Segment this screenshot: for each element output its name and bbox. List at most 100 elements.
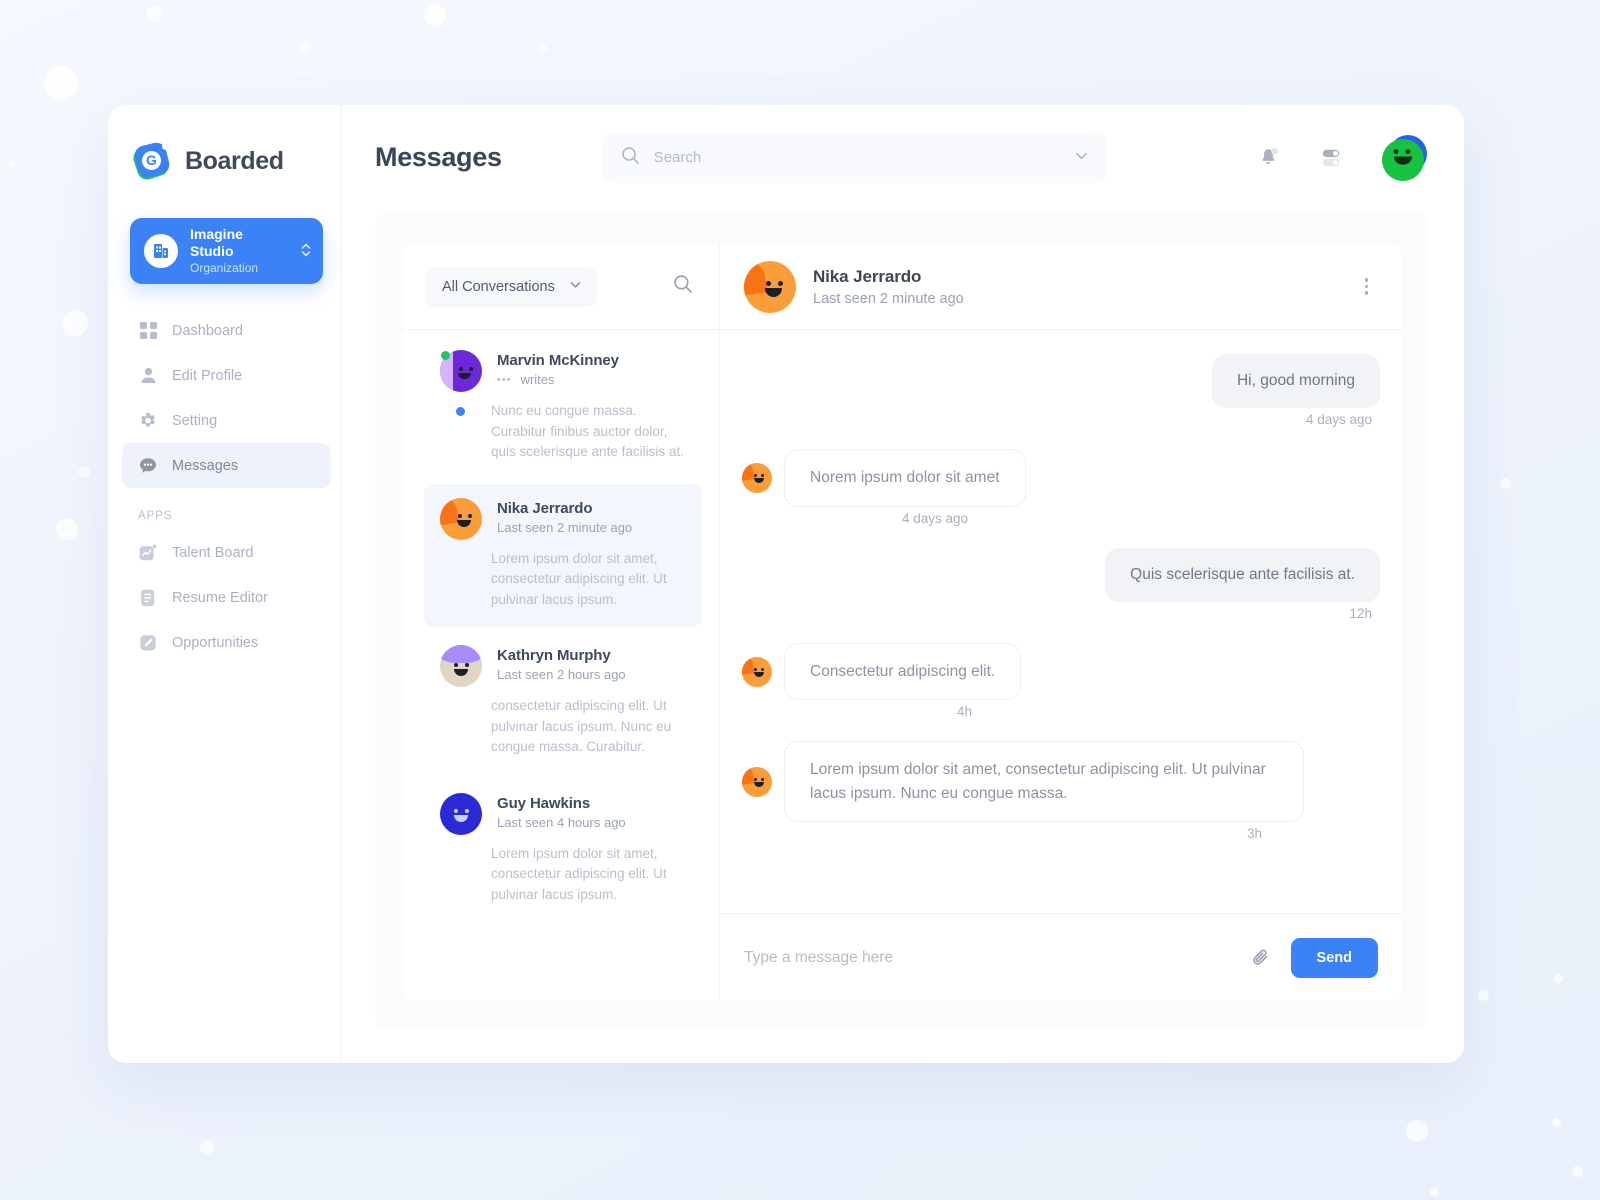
- conversation-filter-dropdown[interactable]: All Conversations: [425, 266, 597, 307]
- conversation-snippet: Nunc eu congue massa. Curabitur finibus …: [491, 403, 684, 460]
- org-title: Imagine Studio: [190, 225, 243, 260]
- conversation-status: Last seen 2 minute ago: [497, 519, 633, 535]
- avatar-orange: [440, 497, 482, 540]
- conversation-list-header: All Conversations: [403, 244, 719, 330]
- conversation-name: Nika Jerrardo: [497, 499, 593, 517]
- org-switcher[interactable]: Imagine Studio Organization: [130, 218, 323, 284]
- chevron-updown-icon[interactable]: [301, 241, 311, 261]
- message-bubble: Consectetur adipiscing elit.: [784, 643, 1022, 701]
- top-actions: [1257, 134, 1428, 181]
- typing-dots-icon: •••: [497, 373, 512, 386]
- chevron-down-icon[interactable]: [1074, 148, 1089, 168]
- conversation-name: Guy Hawkins: [497, 794, 591, 812]
- send-button[interactable]: Send: [1290, 937, 1378, 978]
- message-row-incoming: Consectetur adipiscing elit.: [742, 643, 1380, 701]
- message-bubble: Lorem ipsum dolor sit amet, consectetur …: [784, 741, 1304, 822]
- main-area: Messages Search All Conversations Marvin…: [342, 105, 1464, 1063]
- brand[interactable]: G Boarded: [108, 105, 341, 183]
- chat-bubble-icon: [138, 456, 158, 476]
- message-bubble: Norem ipsum dolor sit amet: [784, 449, 1026, 507]
- sidebar-item-setting[interactable]: Setting: [122, 398, 331, 443]
- conversation-snippet: Lorem ipsum dolor sit amet, consectetur …: [491, 845, 667, 902]
- avatar-tan: [440, 645, 482, 688]
- messages-panel: All Conversations Marvin McKinney ••• wr…: [375, 212, 1428, 1029]
- conversation-item-marvin-mckinney[interactable]: Marvin McKinney ••• writes Nunc eu congu…: [424, 336, 702, 480]
- sidebar-item-resume-editor[interactable]: Resume Editor: [122, 575, 331, 620]
- message-bubble: Hi, good morning: [1211, 354, 1380, 409]
- sidebar-item-label: Talent Board: [172, 544, 254, 561]
- avatar-orange: [744, 260, 796, 313]
- unread-indicator-dot: [456, 407, 465, 416]
- bell-icon[interactable]: [1257, 145, 1282, 170]
- sidebar-section-apps: APPS: [138, 510, 173, 522]
- message-row-incoming: Lorem ipsum dolor sit amet, consectetur …: [742, 741, 1380, 822]
- conversation-list: Marvin McKinney ••• writes Nunc eu congu…: [403, 330, 719, 1001]
- app-window: G Boarded Imagine Studio Organization Da…: [108, 105, 1464, 1063]
- sidebar-item-dashboard[interactable]: Dashboard: [122, 308, 331, 353]
- conversation-status: Last seen 4 hours ago: [497, 814, 626, 830]
- document-icon: [138, 588, 158, 608]
- conversation-list-column: All Conversations Marvin McKinney ••• wr…: [403, 244, 720, 1001]
- sidebar-item-talent-board[interactable]: Talent Board: [122, 530, 331, 575]
- user-icon: [138, 366, 158, 386]
- message-composer: Send: [720, 913, 1402, 1001]
- sidebar-item-messages[interactable]: Messages: [122, 443, 331, 488]
- avatar-orange: [742, 463, 772, 494]
- conversation-item-nika-jerrardo[interactable]: Nika Jerrardo Last seen 2 minute ago Lor…: [424, 483, 702, 628]
- conversation-status: writes: [520, 372, 555, 387]
- online-status-dot: [441, 351, 450, 360]
- pencil-square-icon: [138, 633, 158, 653]
- search-input[interactable]: [653, 149, 1060, 166]
- conversation-snippet: consectetur adipiscing elit. Ut pulvinar…: [491, 698, 672, 755]
- topbar: Messages: [342, 105, 1464, 210]
- sidebar-item-opportunities[interactable]: Opportunities: [122, 620, 331, 665]
- sidebar-item-label: Resume Editor: [172, 589, 268, 606]
- search-icon: [621, 146, 640, 170]
- message-input[interactable]: [744, 948, 1231, 967]
- message-timestamp: 12h: [1349, 606, 1372, 622]
- chat-contact-status: Last seen 2 minute ago: [813, 290, 964, 307]
- paperclip-icon[interactable]: [1251, 948, 1271, 968]
- conversation-name: Marvin McKinney: [497, 352, 619, 369]
- sliders-toggle-icon[interactable]: [1319, 147, 1345, 169]
- building-icon: [144, 234, 178, 268]
- boarded-logo-icon: G: [130, 140, 172, 183]
- conversation-item-guy-hawkins[interactable]: Guy Hawkins Last seen 4 hours ago Lorem …: [424, 779, 702, 923]
- message-bubble: Quis scelerisque ante facilisis at.: [1105, 547, 1380, 603]
- message-row-outgoing: Hi, good morning: [742, 354, 1380, 409]
- sidebar: G Boarded Imagine Studio Organization Da…: [108, 105, 342, 1063]
- message-timestamp: 4 days ago: [1305, 412, 1372, 428]
- conversation-typing-status: ••• writes: [497, 372, 686, 387]
- avatar[interactable]: [1382, 134, 1428, 181]
- brand-name: Boarded: [185, 146, 284, 175]
- message-row-incoming: Norem ipsum dolor sit amet: [742, 449, 1380, 507]
- chart-square-icon: [138, 543, 158, 563]
- chat-messages: Hi, good morning 4 days ago Norem ipsum …: [720, 330, 1402, 913]
- conversation-name: Kathryn Murphy: [497, 647, 611, 665]
- sidebar-item-label: Messages: [172, 457, 239, 474]
- kebab-menu-icon[interactable]: [1359, 272, 1375, 301]
- grid-icon: [138, 321, 158, 341]
- conversation-item-kathryn-murphy[interactable]: Kathryn Murphy Last seen 2 hours ago con…: [424, 631, 702, 775]
- page-title: Messages: [375, 142, 502, 172]
- conversation-search-icon[interactable]: [673, 274, 693, 299]
- org-subtitle: Organization: [190, 260, 259, 275]
- message-row-outgoing: Quis scelerisque ante facilisis at.: [742, 547, 1380, 603]
- global-search[interactable]: [600, 132, 1107, 183]
- gear-icon: [138, 411, 158, 431]
- messages-card: All Conversations Marvin McKinney ••• wr…: [403, 244, 1402, 1001]
- sidebar-item-label: Opportunities: [172, 634, 259, 651]
- sidebar-item-label: Setting: [172, 412, 218, 429]
- conversation-filter-label: All Conversations: [442, 278, 555, 295]
- chevron-down-icon: [569, 278, 582, 296]
- sidebar-item-edit-profile[interactable]: Edit Profile: [122, 353, 331, 398]
- conversation-snippet: Lorem ipsum dolor sit amet, consectetur …: [491, 550, 667, 607]
- message-timestamp: 3h: [1246, 825, 1262, 841]
- avatar-orange: [742, 766, 772, 797]
- sidebar-nav: Dashboard Edit Profile Setting Messages …: [108, 308, 341, 665]
- sidebar-item-label: Dashboard: [172, 322, 243, 339]
- avatar-purple: [440, 350, 482, 392]
- sidebar-item-label: Edit Profile: [172, 367, 243, 384]
- avatar-blue: [440, 792, 482, 835]
- conversation-status: Last seen 2 hours ago: [497, 667, 626, 683]
